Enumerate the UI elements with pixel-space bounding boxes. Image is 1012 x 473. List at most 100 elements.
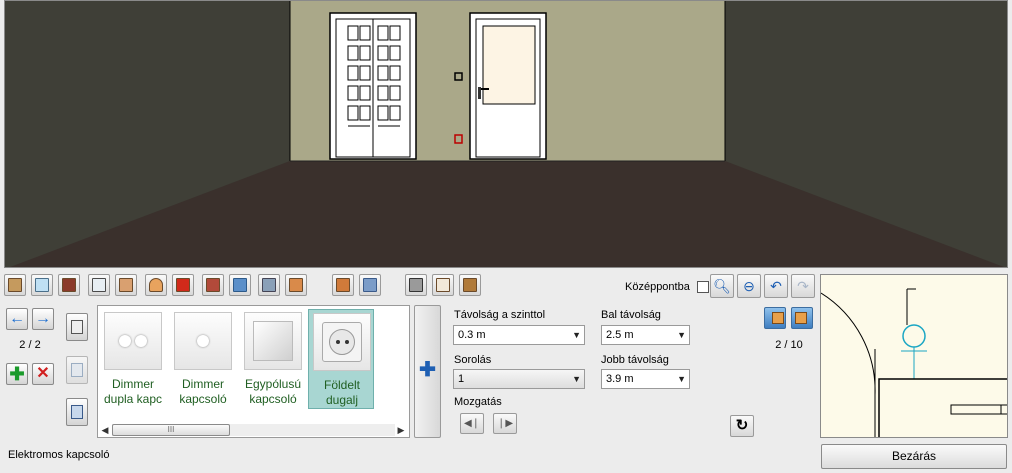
next-variant-button[interactable]	[791, 307, 813, 329]
catalog-scrollbar[interactable]: ◀ III ▶	[100, 423, 407, 437]
catalog-item-label: Dimmer dupla kapc	[103, 377, 163, 406]
catalog-item-double-dimmer[interactable]: Dimmer dupla kapc	[100, 309, 166, 409]
dimmer-icon	[174, 312, 232, 370]
radiator-tool-button[interactable]	[115, 274, 137, 296]
floor-tile2-icon	[262, 278, 276, 292]
redo-button[interactable]: ↷	[791, 274, 815, 298]
row-label: Sorolás	[454, 354, 492, 366]
window-icon	[35, 278, 49, 292]
left-distance-label: Bal távolság	[601, 309, 661, 321]
ceiling-lamp-tool-button[interactable]	[145, 274, 167, 296]
view-mode-button[interactable]	[66, 313, 88, 341]
grounded-socket-icon	[313, 313, 371, 371]
redo-icon: ↷	[797, 278, 809, 294]
door-icon	[8, 278, 22, 292]
left-distance-value: 2.5 m	[606, 329, 634, 341]
cabinet-icon	[463, 278, 477, 292]
prev-page-button[interactable]: ←	[6, 308, 28, 330]
panel-icon	[71, 320, 83, 334]
wall-tile2-tool-button[interactable]	[359, 274, 381, 296]
wall-lamp-icon	[176, 278, 190, 292]
blue-plus-icon: ✚	[419, 359, 436, 381]
catalog-item-grounded-socket[interactable]: Földelt dugalj	[308, 309, 374, 409]
movement-label: Mozgatás	[454, 396, 502, 408]
window-tool-button[interactable]	[31, 274, 53, 296]
chevron-down-icon: ▼	[677, 374, 686, 384]
variant-next-icon	[795, 312, 807, 324]
wall-lamp-tool-button[interactable]	[172, 274, 194, 296]
scroll-right-icon[interactable]: ▶	[396, 424, 406, 436]
app-window: Középpontba 🔍︎ ⊖ ↶ ↷ ← → 2 / 2 ✚ ✕ Dimme…	[0, 0, 1012, 473]
cabinet-tool-button[interactable]	[459, 274, 481, 296]
refresh-icon: ↻	[735, 417, 749, 434]
floor-tile-tool-button[interactable]	[229, 274, 251, 296]
floor-distance-label: Távolság a szinttol	[454, 309, 546, 321]
zoom-out-button[interactable]: ⊖	[737, 274, 761, 298]
faucet-tool-button[interactable]	[432, 274, 454, 296]
catalog-item-dimmer[interactable]: Dimmer kapcsoló	[170, 309, 236, 409]
floor-tile3-icon	[289, 278, 303, 292]
step-right-icon: ❘▶	[496, 418, 514, 429]
zoom-in-icon: 🔍︎	[713, 278, 731, 294]
variant-prev-icon	[772, 312, 784, 324]
add-button[interactable]: ✚	[6, 363, 28, 385]
wall-tile-tool-button[interactable]	[332, 274, 354, 296]
single-door[interactable]	[469, 12, 547, 160]
appliance-icon	[409, 278, 423, 292]
undo-icon: ↶	[770, 278, 782, 294]
row-value: 1	[458, 373, 465, 385]
place-object-button[interactable]	[66, 398, 88, 426]
colored-door-icon	[62, 278, 76, 292]
move-left-button[interactable]: ◀❘	[460, 413, 484, 434]
close-button[interactable]: Bezárás	[821, 444, 1007, 469]
center-checkbox[interactable]	[697, 281, 709, 293]
object-toolbar: Középpontba 🔍︎ ⊖ ↶ ↷	[4, 272, 816, 300]
left-distance-select[interactable]: 2.5 m ▼	[601, 325, 690, 345]
chevron-down-icon: ▼	[572, 374, 581, 384]
red-x-icon: ✕	[36, 365, 50, 382]
appliance-tool-button[interactable]	[405, 274, 427, 296]
wall-tile-icon	[336, 278, 350, 292]
floor-distance-value: 0.3 m	[458, 329, 486, 341]
double-window-tool-button[interactable]	[88, 274, 110, 296]
move-right-button[interactable]: ❘▶	[493, 413, 517, 434]
chevron-down-icon: ▼	[572, 330, 581, 340]
zoom-in-button[interactable]: 🔍︎	[710, 274, 734, 298]
colored-door-tool-button[interactable]	[58, 274, 80, 296]
green-plus-icon: ✚	[9, 364, 25, 384]
next-page-button[interactable]: →	[32, 308, 54, 330]
scroll-thumb[interactable]: III	[112, 424, 230, 436]
furniture-outline	[878, 378, 1007, 437]
prev-variant-button[interactable]	[764, 307, 786, 329]
plan-view[interactable]	[820, 274, 1008, 438]
center-label: Középpontba	[625, 281, 690, 293]
ceiling-lamp-icon	[149, 278, 163, 292]
refresh-button[interactable]: ↻	[730, 415, 754, 437]
scroll-left-icon[interactable]: ◀	[100, 424, 110, 436]
row-select[interactable]: 1 ▼	[453, 369, 585, 389]
right-distance-value: 3.9 m	[606, 373, 634, 385]
faucet-icon	[436, 278, 450, 292]
catalog-item-label: Dimmer kapcsoló	[179, 377, 227, 406]
insert-object-button[interactable]: ✚	[414, 305, 441, 438]
floor-tile3-tool-button[interactable]	[285, 274, 307, 296]
right-distance-label: Jobb távolság	[601, 354, 669, 366]
undo-button[interactable]: ↶	[764, 274, 788, 298]
double-door[interactable]	[329, 12, 417, 160]
double-dimmer-icon	[104, 312, 162, 370]
delete-button[interactable]: ✕	[32, 363, 54, 385]
floor-distance-select[interactable]: 0.3 m ▼	[453, 325, 585, 345]
picture-tool-button[interactable]	[202, 274, 224, 296]
catalog-item-label: Földelt dugalj	[323, 378, 361, 407]
floor-tile-icon	[233, 278, 247, 292]
radiator-icon	[119, 278, 133, 292]
arrow-left-icon: ←	[9, 310, 25, 327]
pick-object-button[interactable]	[66, 356, 88, 384]
catalog-item-single-switch[interactable]: Egypólusú kapcsoló	[240, 309, 306, 409]
page-counter: 2 / 2	[19, 339, 41, 351]
3d-viewport[interactable]	[4, 0, 1008, 268]
door-tool-button[interactable]	[4, 274, 26, 296]
picture-icon	[206, 278, 220, 292]
floor-tile2-tool-button[interactable]	[258, 274, 280, 296]
right-distance-select[interactable]: 3.9 m ▼	[601, 369, 690, 389]
